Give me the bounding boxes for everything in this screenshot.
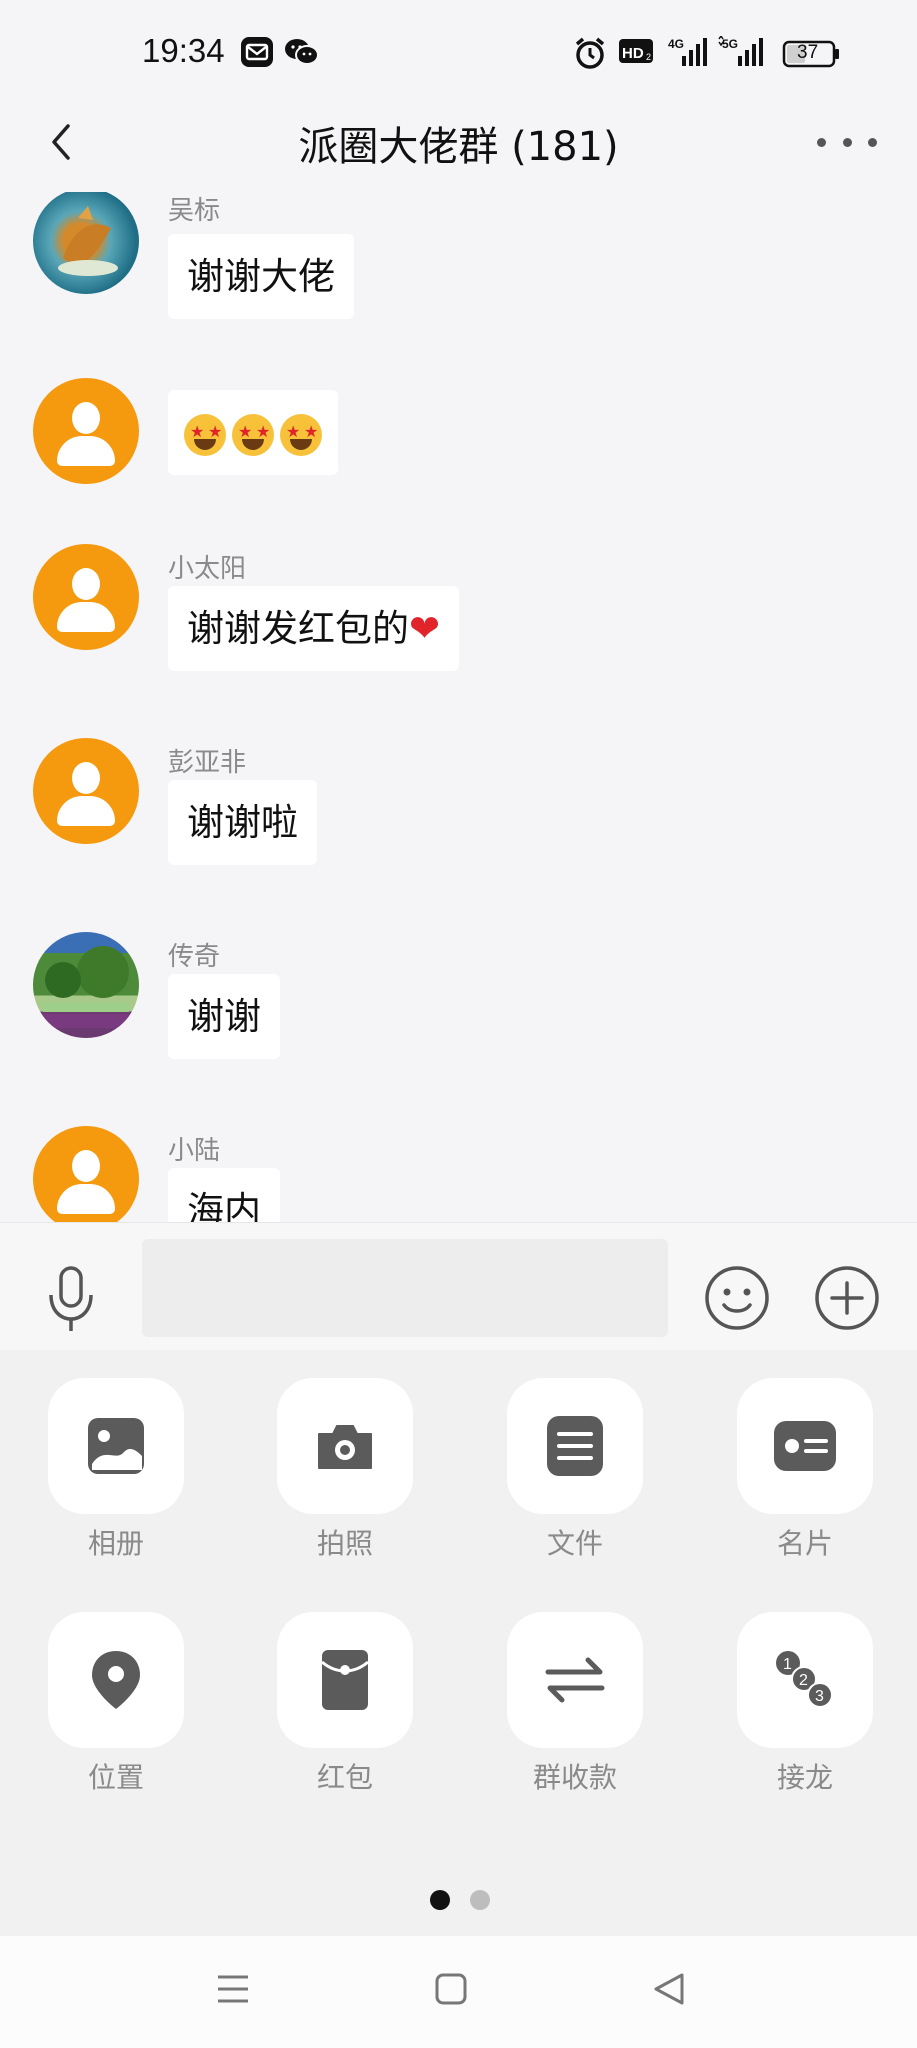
chat-header: 派圈大佬群 (181) bbox=[0, 100, 917, 192]
wechat-icon bbox=[284, 36, 320, 72]
tile-label: 名片 bbox=[776, 1527, 833, 1560]
more-actions-button[interactable] bbox=[814, 1265, 880, 1335]
status-bar: 19:34 HD 2 4G 5G 37 bbox=[0, 0, 917, 100]
avatar[interactable] bbox=[33, 544, 139, 650]
tile-red-packet[interactable]: 红包 bbox=[277, 1612, 413, 1796]
back-nav-button[interactable] bbox=[652, 1972, 686, 2010]
microphone-icon bbox=[49, 1266, 93, 1331]
tile-label: 拍照 bbox=[316, 1527, 373, 1560]
svg-text:4G: 4G bbox=[668, 37, 684, 51]
voice-button[interactable] bbox=[44, 1265, 98, 1337]
signal-5g-icon: 5G bbox=[718, 34, 768, 72]
plus-circle-icon bbox=[815, 1266, 879, 1330]
svg-text:HD: HD bbox=[622, 45, 644, 62]
tile-label: 文件 bbox=[546, 1527, 603, 1560]
more-dots-icon bbox=[817, 137, 826, 147]
emoji-button[interactable] bbox=[704, 1265, 770, 1335]
back-triangle-icon bbox=[654, 1973, 684, 2005]
heart-emoji: ❤ bbox=[409, 607, 441, 650]
tile-location[interactable]: 位置 bbox=[48, 1612, 184, 1796]
message-bubble[interactable]: 谢谢大佬 bbox=[168, 234, 354, 319]
svg-text:3: 3 bbox=[815, 1688, 824, 1705]
star-struck-emoji: ★ ★ bbox=[184, 413, 226, 456]
solitaire-icon: 123 bbox=[776, 1651, 833, 1708]
page-indicator-dot-active[interactable] bbox=[430, 1890, 450, 1910]
location-icon bbox=[92, 1651, 140, 1709]
message-bubble[interactable]: 谢谢 bbox=[168, 974, 280, 1059]
message-bubble[interactable]: 谢谢发红包的❤ bbox=[168, 586, 460, 671]
avatar[interactable] bbox=[33, 192, 139, 294]
group-collect-icon bbox=[545, 1657, 605, 1703]
home-button[interactable] bbox=[434, 1972, 468, 2010]
tile-file[interactable]: 文件 bbox=[507, 1378, 643, 1562]
message-text: 谢谢发红包的 bbox=[187, 607, 409, 650]
more-button[interactable] bbox=[817, 122, 877, 162]
tile-label: 接龙 bbox=[776, 1761, 833, 1794]
tile-album[interactable]: 相册 bbox=[48, 1378, 184, 1562]
sender-name: 彭亚非 bbox=[168, 748, 247, 778]
tile-label: 位置 bbox=[87, 1761, 144, 1794]
action-panel: 相册 拍照 文件 名片 位置 红包 群收款 1 2 3 接龙 bbox=[0, 1350, 917, 1936]
svg-text:1: 1 bbox=[783, 1656, 792, 1673]
message-list[interactable]: 吴标 谢谢大佬 ★ ★ ★ ★ ★ ★ 小太阳 谢谢发红包的❤ 彭亚非 谢谢啦 传奇 bbox=[0, 192, 917, 1222]
red-packet-icon bbox=[321, 1650, 369, 1710]
menu-button[interactable] bbox=[216, 1972, 250, 2010]
contact-card-icon bbox=[774, 1421, 836, 1471]
tile-label: 群收款 bbox=[532, 1761, 617, 1794]
mail-icon bbox=[240, 36, 274, 72]
tile-solitaire[interactable]: 123 接龙 bbox=[737, 1612, 873, 1796]
page-indicator-dot[interactable] bbox=[470, 1890, 490, 1910]
svg-text:2: 2 bbox=[799, 1672, 808, 1689]
battery-level: 37 bbox=[797, 42, 819, 63]
message-input[interactable] bbox=[142, 1239, 668, 1337]
home-square-icon bbox=[435, 1973, 467, 2005]
message-bubble[interactable]: 海内 bbox=[168, 1168, 280, 1222]
avatar[interactable] bbox=[33, 932, 139, 1038]
sender-name: 传奇 bbox=[168, 942, 221, 972]
avatar[interactable] bbox=[33, 378, 139, 484]
alarm-icon bbox=[574, 36, 606, 74]
sender-name: 小太阳 bbox=[168, 554, 247, 584]
tile-label: 红包 bbox=[316, 1761, 373, 1794]
sender-name: 小陆 bbox=[168, 1136, 221, 1166]
signal-icon: 4G bbox=[668, 36, 712, 72]
svg-text:2: 2 bbox=[646, 52, 651, 62]
message-bubble[interactable]: 谢谢啦 bbox=[168, 780, 317, 865]
menu-icon bbox=[218, 1975, 248, 2003]
hd-icon: HD 2 bbox=[618, 36, 654, 70]
star-struck-emoji: ★ ★ bbox=[280, 413, 322, 456]
avatar[interactable] bbox=[33, 738, 139, 844]
page-title: 派圈大佬群 (181) bbox=[298, 124, 619, 170]
camera-icon bbox=[318, 1425, 372, 1469]
star-struck-emoji: ★ ★ bbox=[232, 413, 274, 456]
input-bar bbox=[0, 1222, 917, 1350]
file-icon bbox=[547, 1416, 603, 1476]
sender-name: 吴标 bbox=[168, 196, 221, 226]
tile-camera[interactable]: 拍照 bbox=[277, 1378, 413, 1562]
system-nav-bar bbox=[0, 1936, 917, 2048]
tile-contact-card[interactable]: 名片 bbox=[737, 1378, 873, 1562]
status-time: 19:34 bbox=[142, 32, 225, 69]
album-icon bbox=[88, 1418, 144, 1474]
tile-label: 相册 bbox=[87, 1527, 144, 1560]
tile-group-collect[interactable]: 群收款 bbox=[507, 1612, 643, 1796]
message-bubble[interactable]: ★ ★ ★ ★ ★ ★ bbox=[168, 390, 338, 475]
svg-text:5G: 5G bbox=[722, 37, 738, 51]
smiley-icon bbox=[705, 1266, 769, 1330]
avatar[interactable] bbox=[33, 1126, 139, 1222]
